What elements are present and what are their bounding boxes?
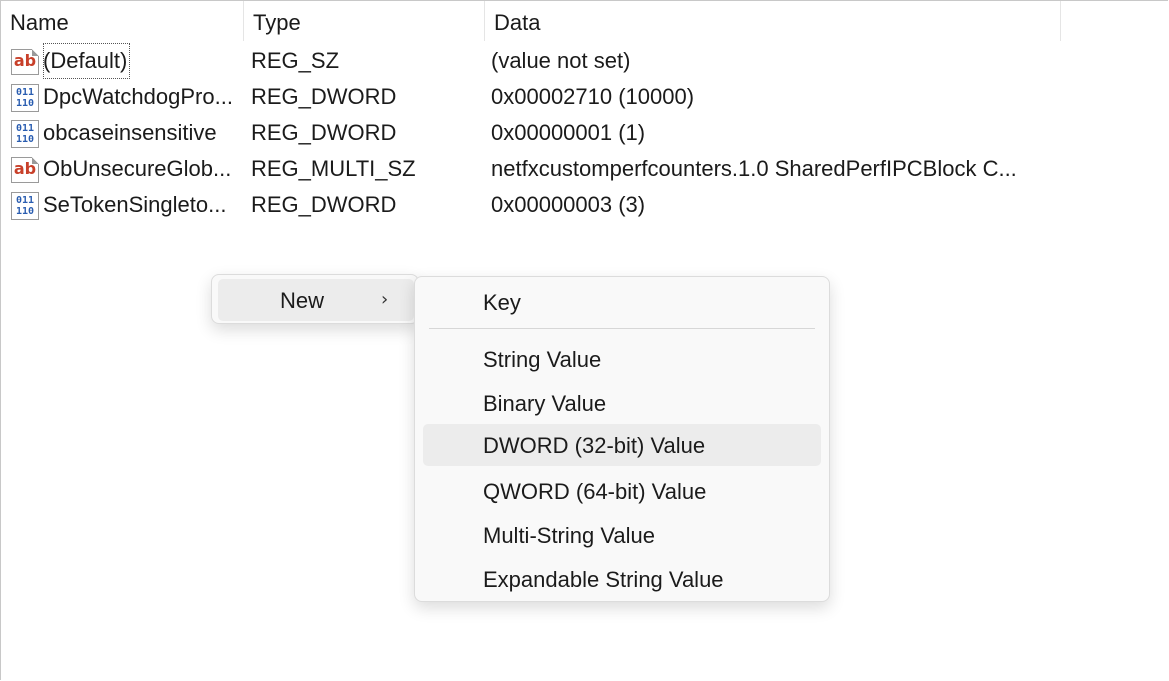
submenu-item-string-value[interactable]: String Value: [423, 338, 821, 380]
submenu-item-label: Key: [483, 290, 521, 315]
value-name: (Default): [43, 43, 131, 79]
menu-separator: [429, 328, 815, 329]
table-row[interactable]: 011 110 obcaseinsensitive REG_DWORD 0x000…: [1, 115, 1061, 151]
context-menu: New ›: [211, 274, 419, 324]
menu-item-new[interactable]: New ›: [218, 279, 414, 321]
table-row[interactable]: 011 110 DpcWatchdogPro... REG_DWORD 0x000…: [1, 79, 1061, 115]
binary-value-icon: 011 110: [10, 190, 42, 220]
value-name: ObUnsecureGlob...: [43, 156, 232, 181]
value-data: (value not set): [491, 48, 631, 73]
list-header: Name Type Data: [1, 1, 1061, 41]
value-data: netfxcustomperfcounters.1.0 SharedPerfIP…: [491, 156, 1017, 181]
table-row[interactable]: ab (Default) REG_SZ (value not set): [1, 43, 1061, 79]
column-header-type[interactable]: Type: [244, 1, 485, 41]
value-data: 0x00000001 (1): [491, 120, 646, 145]
value-name: DpcWatchdogPro...: [43, 84, 233, 109]
value-data: 0x00000003 (3): [491, 192, 646, 217]
value-name: SeTokenSingleto...: [43, 192, 227, 217]
binary-value-icon: 011 110: [10, 82, 42, 112]
submenu-item-expandable-string-value[interactable]: Expandable String Value: [423, 558, 821, 600]
table-row[interactable]: ab ObUnsecureGlob... REG_MULTI_SZ netfxc…: [1, 151, 1061, 187]
submenu-item-key[interactable]: Key: [423, 281, 821, 323]
submenu-item-label: Multi-String Value: [483, 523, 655, 548]
string-value-icon: ab: [10, 46, 42, 76]
column-header-name[interactable]: Name: [1, 1, 244, 41]
value-type: REG_DWORD: [251, 192, 397, 217]
submenu-item-label: Binary Value: [483, 391, 607, 416]
value-type: REG_MULTI_SZ: [251, 156, 416, 181]
binary-value-icon: 011 110: [10, 118, 42, 148]
submenu-item-qword-value[interactable]: QWORD (64-bit) Value: [423, 470, 821, 512]
value-type: REG_DWORD: [251, 84, 397, 109]
value-name: obcaseinsensitive: [43, 120, 217, 145]
submenu-item-label: QWORD (64-bit) Value: [483, 479, 707, 504]
submenu-item-label: String Value: [483, 347, 602, 372]
submenu-item-label: DWORD (32-bit) Value: [483, 433, 706, 458]
menu-item-new-label: New: [280, 288, 325, 313]
value-data: 0x00002710 (10000): [491, 84, 695, 109]
table-row[interactable]: 011 110 SeTokenSingleto... REG_DWORD 0x00…: [1, 187, 1061, 223]
chevron-right-icon: ›: [381, 289, 389, 310]
submenu-item-dword-value[interactable]: DWORD (32-bit) Value: [423, 424, 821, 466]
value-type: REG_SZ: [251, 48, 340, 73]
submenu-item-label: Expandable String Value: [483, 567, 724, 592]
submenu-item-multi-string-value[interactable]: Multi-String Value: [423, 514, 821, 556]
column-header-data[interactable]: Data: [485, 1, 1061, 41]
new-submenu: Key String Value Binary Value DWORD (32-…: [414, 276, 830, 602]
value-type: REG_DWORD: [251, 120, 397, 145]
string-value-icon: ab: [10, 154, 42, 184]
submenu-item-binary-value[interactable]: Binary Value: [423, 382, 821, 424]
